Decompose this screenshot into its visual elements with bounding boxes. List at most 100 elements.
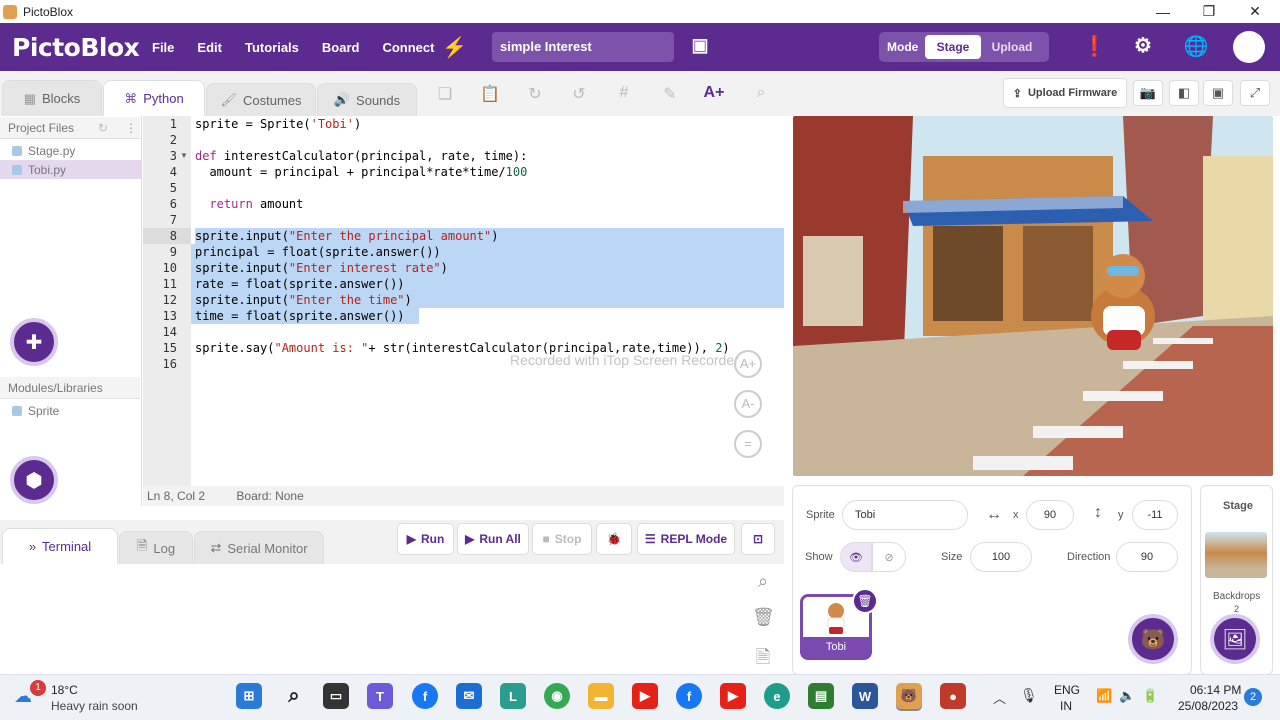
facebook-icon[interactable]: f <box>676 683 702 709</box>
reset-zoom-icon[interactable]: = <box>734 430 762 458</box>
pictoblox-taskbar-icon[interactable]: 🐻 <box>896 683 922 709</box>
search-icon[interactable]: ⌕ <box>752 571 774 593</box>
search-icon[interactable]: ⌕ <box>750 84 772 106</box>
y-input[interactable]: -11 <box>1132 500 1178 530</box>
add-extension-button[interactable]: ⬢ <box>10 456 58 504</box>
delete-sprite-icon[interactable]: 🗑 <box>852 588 878 614</box>
feedback-icon[interactable]: ❗ <box>1082 34 1107 59</box>
run-all-button[interactable]: ▶ Run All <box>457 523 529 555</box>
clipboard-icon[interactable]: 📋 <box>479 84 501 106</box>
app-l-icon[interactable]: L <box>500 683 526 709</box>
language-indicator[interactable]: ENG <box>1054 683 1080 697</box>
project-name-input[interactable]: simple Interest <box>492 32 674 62</box>
chevron-up-icon[interactable]: ︿ <box>993 688 1006 707</box>
sprite-name-input[interactable]: Tobi <box>842 500 968 530</box>
volume-icon[interactable]: 🔈 <box>1119 688 1135 704</box>
size-input[interactable]: 100 <box>970 542 1032 572</box>
menu-tutorials[interactable]: Tutorials <box>245 40 299 55</box>
screen-recorder-icon[interactable]: ● <box>940 683 966 709</box>
x-input[interactable]: 90 <box>1026 500 1074 530</box>
minimize-icon[interactable]: — <box>1140 0 1186 23</box>
terminal-icon: » <box>28 539 37 554</box>
teams-icon[interactable]: T <box>367 683 393 709</box>
add-backdrop-button[interactable]: 🖼 <box>1210 614 1260 664</box>
terminal-output[interactable] <box>0 564 784 674</box>
zoom-out-icon[interactable]: A- <box>734 390 762 418</box>
document-icon[interactable]: 🗎 <box>752 645 774 667</box>
horizontal-arrows-icon: ↔ <box>986 506 1002 523</box>
gear-icon[interactable]: ⚙ <box>1131 33 1155 58</box>
redo-icon[interactable]: ↻ <box>524 84 546 106</box>
add-python-file-button[interactable]: ✚ <box>10 318 58 366</box>
backdrop-thumbnail[interactable] <box>1205 532 1267 578</box>
menu-file[interactable]: File <box>152 40 174 55</box>
upload-firmware-button[interactable]: ⇪ Upload Firmware <box>1003 78 1127 108</box>
menu-connect[interactable]: Connect <box>382 40 434 55</box>
mail-icon[interactable]: ✉ <box>456 683 482 709</box>
tab-costumes[interactable]: 🖌 Costumes <box>206 83 316 116</box>
windows-start-icon[interactable]: ⊞ <box>236 683 262 709</box>
stage-canvas[interactable] <box>793 116 1273 476</box>
chrome-icon[interactable]: ◉ <box>544 683 570 709</box>
hide-eye-icon[interactable]: ⊘ <box>872 542 906 572</box>
tab-python[interactable]: ⌘ Python <box>103 80 205 116</box>
small-stage-icon[interactable]: ◧ <box>1169 80 1199 106</box>
run-button[interactable]: ▶ Run <box>397 523 454 555</box>
tab-terminal[interactable]: » Terminal <box>2 528 118 564</box>
word-icon[interactable]: W <box>852 683 878 709</box>
file-tobi-py[interactable]: Tobi.py <box>0 160 141 179</box>
zoom-in-icon[interactable]: A+ <box>734 350 762 378</box>
close-icon[interactable]: ✕ <box>1232 0 1278 23</box>
clock-time[interactable]: 06:14 PM <box>1190 683 1241 697</box>
microphone-icon[interactable]: 🎙 <box>1020 687 1038 704</box>
camera-icon[interactable]: 📷 <box>1133 80 1163 106</box>
file-stage-py[interactable]: Stage.py <box>0 141 141 160</box>
modules-header: Modules/Libraries <box>0 377 140 399</box>
fold-arrow-icon[interactable]: ▼ <box>180 151 188 160</box>
fullscreen-icon[interactable]: ⤢ <box>1240 80 1270 106</box>
more-icon[interactable]: ⋮ <box>125 121 137 135</box>
copy-icon[interactable]: ❏ <box>434 84 456 106</box>
direction-input[interactable]: 90 <box>1116 542 1178 572</box>
connect-plug-icon[interactable]: ⚡ <box>442 35 467 60</box>
avatar[interactable] <box>1233 31 1265 63</box>
tab-sounds[interactable]: 🔊 Sounds <box>317 83 417 116</box>
module-icon <box>12 405 22 416</box>
mode-upload-button[interactable]: Upload <box>981 40 1043 54</box>
battery-icon[interactable]: 🔋 <box>1142 688 1158 704</box>
debug-icon[interactable]: 🐞 <box>596 523 632 555</box>
wifi-icon[interactable]: 📶 <box>1096 688 1112 704</box>
save-icon[interactable]: ▣ <box>688 35 712 56</box>
tab-log[interactable]: 🗎 Log <box>119 531 193 564</box>
magic-wand-icon[interactable]: ✎ <box>659 84 681 106</box>
globe-language-icon[interactable]: 🌐 <box>1180 34 1212 59</box>
task-view-icon[interactable]: ▭ <box>323 683 349 709</box>
youtube-icon[interactable]: ▶ <box>632 683 658 709</box>
mode-stage-button[interactable]: Stage <box>925 35 981 59</box>
youtube-icon[interactable]: ▶ <box>720 683 746 709</box>
show-eye-icon[interactable]: 👁 <box>840 542 872 572</box>
repl-mode-button[interactable]: ☰ REPL Mode <box>637 523 735 555</box>
notification-badge[interactable]: 2 <box>1244 688 1262 706</box>
maximize-icon[interactable]: ❐ <box>1186 0 1232 23</box>
trash-icon[interactable]: 🗑 <box>752 607 775 629</box>
comment-icon[interactable]: # <box>613 84 635 106</box>
menu-board[interactable]: Board <box>322 40 360 55</box>
panel-toggle-icon[interactable]: ⊡ <box>741 523 775 555</box>
search-icon[interactable]: ⌕ <box>281 683 307 709</box>
excel-icon[interactable]: ▤ <box>808 683 834 709</box>
module-sprite[interactable]: Sprite <box>0 401 141 420</box>
font-size-icon[interactable]: A+ <box>703 84 725 106</box>
refresh-icon[interactable]: ↻ <box>98 121 108 135</box>
tab-blocks[interactable]: ▦ Blocks <box>2 80 102 116</box>
large-stage-icon[interactable]: ▣ <box>1203 80 1233 106</box>
edge-icon[interactable]: e <box>764 683 790 709</box>
facebook-icon[interactable]: f <box>412 683 438 709</box>
add-sprite-button[interactable]: 🐻 <box>1128 614 1178 664</box>
project-files-header: Project Files ↻ ⋮ <box>0 117 140 139</box>
file-explorer-icon[interactable]: ▬ <box>588 683 614 709</box>
stop-button[interactable]: ■ Stop <box>532 523 592 555</box>
tab-serial-monitor[interactable]: ⇄ Serial Monitor <box>194 531 324 564</box>
undo-icon[interactable]: ↺ <box>568 84 590 106</box>
menu-edit[interactable]: Edit <box>197 40 222 55</box>
